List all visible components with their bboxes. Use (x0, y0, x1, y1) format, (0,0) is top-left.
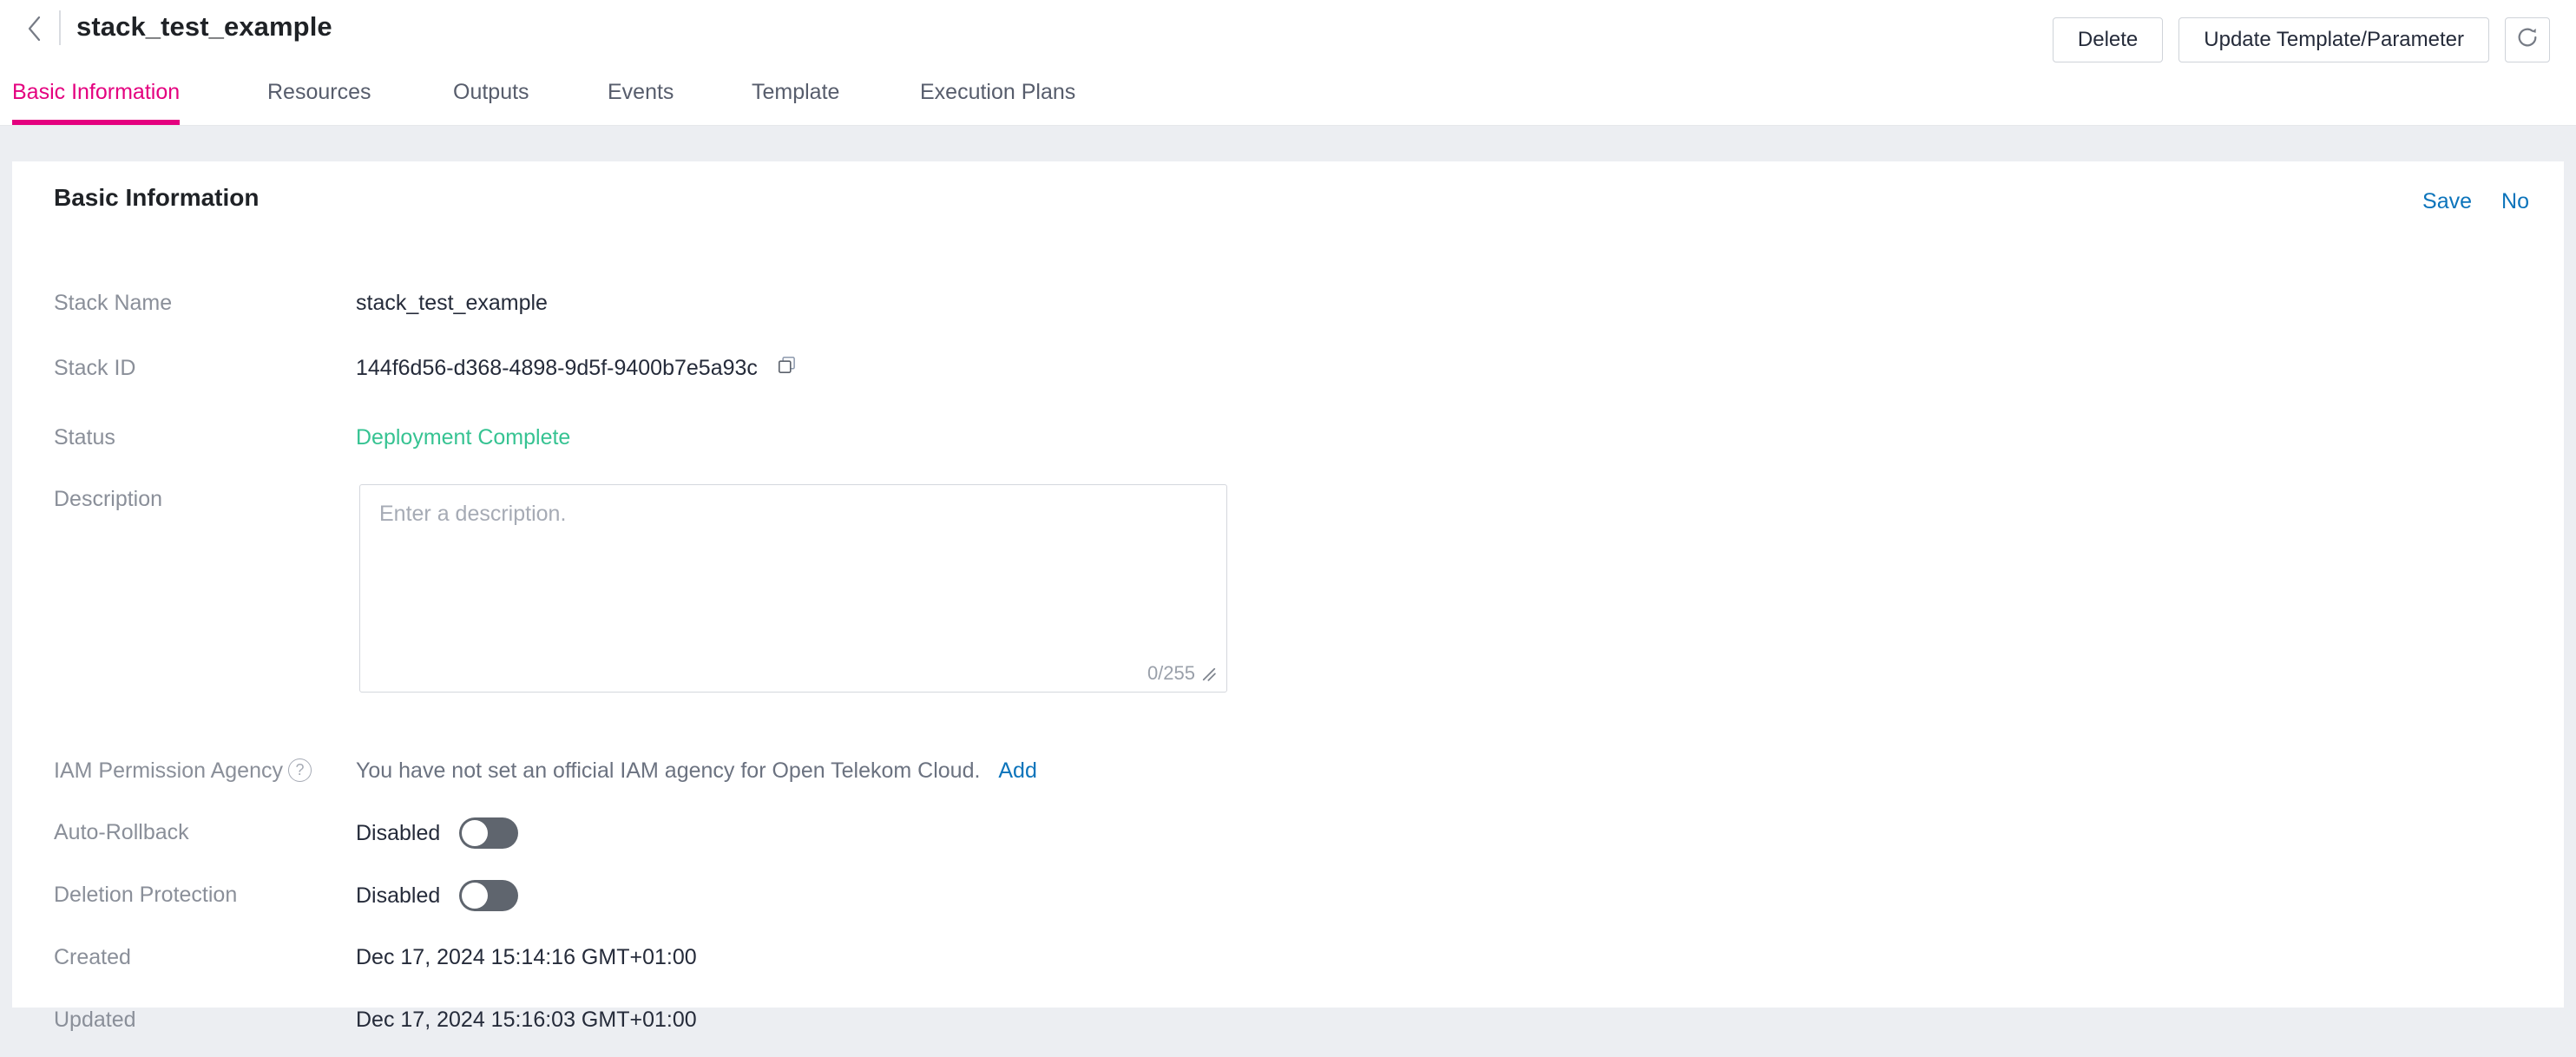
row-description: Description 0/255 (12, 484, 2564, 701)
row-auto-rollback: Auto-Rollback Disabled (12, 817, 2564, 870)
question-mark-icon[interactable]: ? (288, 758, 312, 782)
auto-rollback-label: Auto-Rollback (54, 820, 189, 844)
title-row: stack_test_example Delete Update Templat… (0, 0, 2576, 76)
description-label: Description (54, 487, 163, 511)
stack-id-value: 144f6d56-d368-4898-9d5f-9400b7e5a93c (356, 356, 758, 380)
delete-button[interactable]: Delete (2052, 17, 2164, 62)
row-iam-permission-agency: IAM Permission Agency ? You have not set… (12, 756, 2564, 808)
updated-value: Dec 17, 2024 15:16:03 GMT+01:00 (356, 1008, 697, 1032)
page-root: stack_test_example Delete Update Templat… (0, 0, 2576, 1038)
tab-events[interactable]: Events (608, 68, 674, 125)
row-deletion-protection: Deletion Protection Disabled (12, 880, 2564, 932)
deletion-protection-control: Disabled (356, 880, 519, 911)
chevron-left-icon (26, 15, 43, 43)
tab-execution-plans[interactable]: Execution Plans (920, 68, 1075, 125)
row-updated: Updated Dec 17, 2024 15:16:03 GMT+01:00 (12, 1005, 2564, 1057)
created-label: Created (54, 945, 131, 969)
row-created: Created Dec 17, 2024 15:14:16 GMT+01:00 (12, 942, 2564, 995)
deletion-protection-label: Deletion Protection (54, 883, 238, 907)
stack-id-label: Stack ID (54, 356, 136, 380)
refresh-icon (2515, 25, 2540, 56)
no-link[interactable]: No (2501, 189, 2529, 214)
updated-label: Updated (54, 1008, 136, 1032)
card-header: Basic Information Save No (12, 161, 2564, 240)
description-textarea-wrap: 0/255 (359, 484, 1227, 693)
stack-id-value-wrap: 144f6d56-d368-4898-9d5f-9400b7e5a93c (356, 353, 798, 384)
add-agency-link[interactable]: Add (998, 758, 1036, 783)
auto-rollback-control: Disabled (356, 817, 519, 849)
tab-resources[interactable]: Resources (267, 68, 371, 125)
header-actions: Delete Update Template/Parameter (2052, 17, 2550, 62)
update-template-parameter-button[interactable]: Update Template/Parameter (2178, 17, 2489, 62)
deletion-protection-toggle[interactable] (459, 880, 519, 911)
auto-rollback-toggle[interactable] (459, 817, 519, 849)
row-stack-name: Stack Name stack_test_example (12, 288, 2564, 340)
page-title: stack_test_example (76, 11, 332, 42)
description-input[interactable] (360, 485, 1226, 692)
status-badge: Deployment Complete (356, 425, 571, 450)
title-divider (59, 10, 61, 45)
save-link[interactable]: Save (2422, 189, 2472, 214)
tab-template[interactable]: Template (752, 68, 839, 125)
basic-information-card: Basic Information Save No Stack Name sta… (12, 161, 2564, 1032)
row-status: Status Deployment Complete (12, 423, 2564, 475)
created-value: Dec 17, 2024 15:14:16 GMT+01:00 (356, 945, 697, 969)
iam-permission-agency-value: You have not set an official IAM agency … (356, 758, 981, 783)
textarea-resize-handle[interactable] (1200, 666, 1218, 683)
stack-name-value: stack_test_example (356, 291, 548, 315)
iam-permission-agency-value-wrap: You have not set an official IAM agency … (356, 756, 1037, 785)
toggle-knob (462, 883, 489, 909)
deletion-protection-state-text: Disabled (356, 883, 441, 908)
card-actions: Save No (2422, 189, 2529, 214)
status-label: Status (54, 425, 115, 450)
stack-name-label: Stack Name (54, 291, 173, 315)
back-button[interactable] (19, 9, 50, 49)
tab-bar: Basic Information Resources Outputs Even… (0, 68, 2576, 126)
refresh-button[interactable] (2505, 17, 2550, 62)
top-header: stack_test_example Delete Update Templat… (0, 0, 2576, 126)
copy-icon[interactable] (776, 354, 798, 384)
row-stack-id: Stack ID 144f6d56-d368-4898-9d5f-9400b7e… (12, 353, 2564, 405)
card-title: Basic Information (54, 184, 260, 211)
auto-rollback-state-text: Disabled (356, 820, 441, 845)
iam-permission-agency-label: IAM Permission Agency (54, 758, 283, 783)
toggle-knob (462, 820, 489, 846)
tab-basic-information[interactable]: Basic Information (12, 68, 181, 125)
tab-outputs[interactable]: Outputs (453, 68, 529, 125)
